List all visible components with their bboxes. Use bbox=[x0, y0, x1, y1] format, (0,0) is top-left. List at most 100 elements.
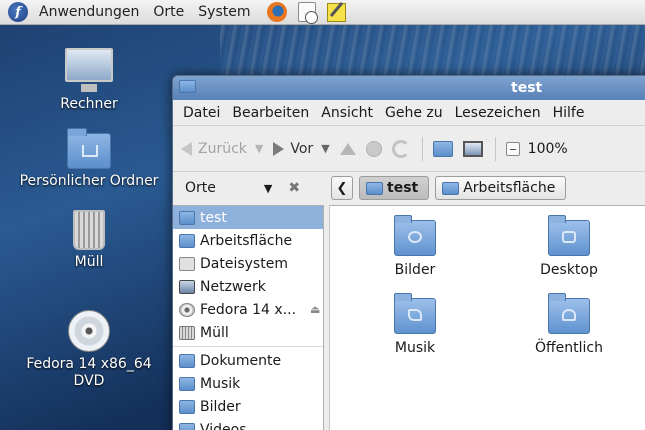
file-item-label: Bilder bbox=[394, 262, 436, 278]
location-bar: Orte ▼ ✖ ❮ test Arbeitsfläche bbox=[173, 172, 645, 204]
sidebar-item-videos[interactable]: Videos bbox=[173, 418, 323, 430]
zoom-out-icon bbox=[505, 141, 520, 156]
window-titlebar[interactable]: test bbox=[173, 76, 645, 100]
fedora-logo-icon[interactable]: f bbox=[8, 2, 28, 22]
desktop-icon-trash[interactable]: Müll bbox=[14, 210, 164, 270]
back-label: Zurück bbox=[198, 140, 247, 157]
sidebar-item-pictures[interactable]: Bilder bbox=[173, 395, 323, 418]
up-arrow-icon bbox=[339, 142, 356, 155]
network-icon bbox=[179, 279, 195, 294]
window-home-icon bbox=[179, 80, 196, 93]
desktop-icon-home[interactable]: Persönlicher Ordner bbox=[14, 128, 164, 189]
computer-button[interactable] bbox=[462, 140, 483, 157]
sidebar-item-label: Videos bbox=[200, 421, 247, 430]
forward-button[interactable]: Vor ▼ bbox=[273, 141, 330, 157]
sidebar-item-network[interactable]: Netzwerk bbox=[173, 275, 323, 298]
clock-document-launcher[interactable] bbox=[296, 1, 318, 24]
music-folder-icon bbox=[394, 293, 436, 334]
menu-applications[interactable]: Anwendungen bbox=[32, 4, 146, 20]
menu-help[interactable]: Hilfe bbox=[547, 105, 591, 121]
clock-document-icon bbox=[297, 2, 318, 24]
file-item-label: Öffentlich bbox=[535, 340, 603, 356]
sidebar-item-label: Bilder bbox=[200, 398, 241, 415]
chevron-down-icon[interactable]: ▼ bbox=[255, 142, 263, 155]
desktop-icon-label: Müll bbox=[74, 254, 104, 270]
desktop-icon-label: Persönlicher Ordner bbox=[19, 173, 159, 189]
sidebar-item-label: Dokumente bbox=[200, 352, 282, 369]
toolbar-separator bbox=[421, 136, 423, 161]
chevron-down-icon[interactable]: ▼ bbox=[264, 182, 272, 195]
breadcrumb-label: test bbox=[387, 180, 419, 196]
home-button[interactable] bbox=[432, 140, 453, 157]
file-view: Bilder Desktop Musik Öffentlich bbox=[330, 205, 645, 430]
chevron-left-icon: ❮ bbox=[336, 180, 348, 196]
sidebar-item-label: Netzwerk bbox=[200, 278, 266, 295]
desktop-icon-dvd[interactable]: Fedora 14 x86_64 DVD bbox=[14, 310, 164, 390]
file-item-music[interactable]: Musik bbox=[360, 293, 470, 356]
sidebar-item-label: Dateisystem bbox=[200, 255, 288, 272]
menu-system[interactable]: System bbox=[191, 4, 257, 20]
notepad-launcher[interactable] bbox=[326, 1, 348, 23]
sidebar-item-label: test bbox=[200, 209, 227, 226]
filesystem-icon bbox=[179, 256, 195, 271]
public-folder-icon bbox=[548, 293, 590, 334]
file-item-label: Desktop bbox=[540, 262, 598, 278]
sidebar-item-dvd[interactable]: Fedora 14 x... ⏏ bbox=[173, 298, 323, 321]
zoom-level: 100% bbox=[527, 140, 568, 157]
file-item-label: Musik bbox=[394, 340, 436, 356]
stop-icon bbox=[365, 140, 382, 157]
back-button[interactable]: Zurück ▼ bbox=[181, 141, 263, 157]
trash-icon bbox=[179, 325, 195, 340]
computer-icon bbox=[462, 140, 483, 157]
home-folder-icon bbox=[366, 181, 383, 195]
home-folder-icon bbox=[179, 210, 195, 225]
zoom-out-button[interactable] bbox=[505, 141, 520, 156]
places-sidebar: test Arbeitsfläche Dateisystem Netzwerk … bbox=[173, 205, 324, 430]
window-title: test bbox=[511, 80, 543, 96]
breadcrumb-desktop[interactable]: Arbeitsfläche bbox=[435, 176, 567, 200]
menu-file[interactable]: Datei bbox=[177, 105, 226, 121]
reload-button[interactable] bbox=[391, 139, 410, 158]
toolbar: Zurück ▼ Vor ▼ 100% bbox=[173, 126, 645, 172]
folder-icon bbox=[179, 422, 195, 430]
forward-arrow-icon bbox=[273, 141, 285, 156]
breadcrumb-test[interactable]: test bbox=[359, 176, 430, 200]
sidebar-item-label: Musik bbox=[200, 375, 241, 392]
firefox-launcher[interactable] bbox=[266, 1, 288, 23]
top-panel: f Anwendungen Orte System bbox=[0, 0, 645, 25]
breadcrumb-label: Arbeitsfläche bbox=[463, 180, 556, 196]
desktop-icon-computer[interactable]: Rechner bbox=[14, 48, 164, 112]
menu-go[interactable]: Gehe zu bbox=[379, 105, 449, 121]
folder-icon bbox=[179, 353, 195, 368]
file-item-desktop[interactable]: Desktop bbox=[514, 215, 624, 278]
close-icon[interactable]: ✖ bbox=[288, 180, 300, 196]
sidebar-item-test[interactable]: test bbox=[173, 206, 323, 229]
menu-places[interactable]: Orte bbox=[146, 4, 191, 20]
side-pane-label: Orte bbox=[185, 180, 216, 196]
chevron-down-icon[interactable]: ▼ bbox=[321, 142, 329, 155]
firefox-icon bbox=[266, 2, 287, 22]
stop-button[interactable] bbox=[365, 140, 382, 157]
pictures-folder-icon bbox=[394, 215, 436, 256]
sidebar-item-desktop[interactable]: Arbeitsfläche bbox=[173, 229, 323, 252]
menu-view[interactable]: Ansicht bbox=[315, 105, 379, 121]
sidebar-item-label: Arbeitsfläche bbox=[200, 232, 293, 249]
sidebar-item-label: Fedora 14 x... bbox=[200, 301, 297, 318]
up-button[interactable] bbox=[339, 142, 356, 155]
home-folder-icon bbox=[67, 128, 111, 169]
path-back-button[interactable]: ❮ bbox=[331, 176, 353, 200]
menu-edit[interactable]: Bearbeiten bbox=[226, 105, 315, 121]
sidebar-item-music[interactable]: Musik bbox=[173, 372, 323, 395]
file-item-pictures[interactable]: Bilder bbox=[360, 215, 470, 278]
menu-bookmarks[interactable]: Lesezeichen bbox=[449, 105, 547, 121]
home-folder-icon bbox=[432, 140, 453, 157]
computer-icon bbox=[65, 48, 113, 92]
panel-menu: Anwendungen Orte System bbox=[32, 0, 258, 24]
sidebar-item-filesystem[interactable]: Dateisystem bbox=[173, 252, 323, 275]
sidebar-separator bbox=[173, 346, 323, 347]
sidebar-item-documents[interactable]: Dokumente bbox=[173, 349, 323, 372]
file-item-public[interactable]: Öffentlich bbox=[514, 293, 624, 356]
sidebar-item-trash[interactable]: Müll bbox=[173, 321, 323, 344]
eject-icon[interactable]: ⏏ bbox=[310, 303, 320, 316]
side-pane-selector[interactable]: Orte ▼ ✖ bbox=[173, 180, 323, 196]
